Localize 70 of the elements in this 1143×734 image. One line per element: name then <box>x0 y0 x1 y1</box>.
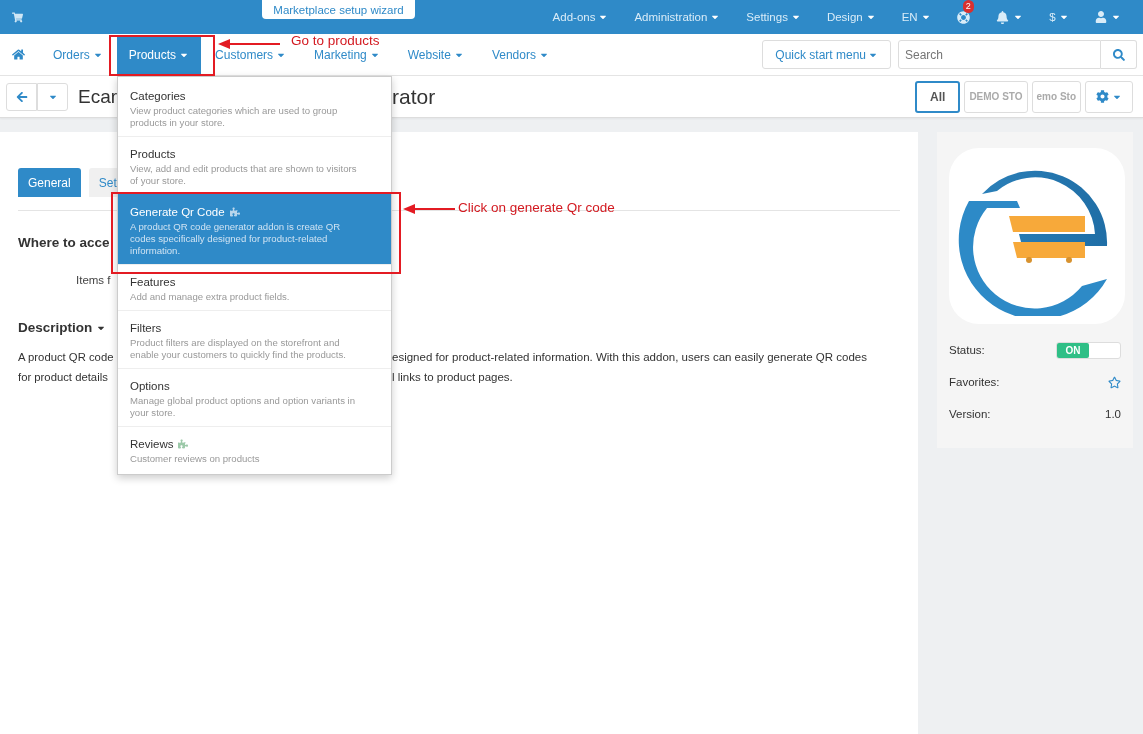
field-label: Version: <box>949 408 991 420</box>
page-title: Ecar <box>78 85 118 108</box>
notification-badge: 2 <box>962 0 974 13</box>
menu-item-title: Generate Qr Code <box>130 206 225 218</box>
nav-menu[interactable]: Customers <box>201 46 301 63</box>
search-icon <box>1112 48 1125 61</box>
storefront-button[interactable]: DEMO STO <box>964 80 1028 113</box>
storefront-button[interactable]: All <box>915 80 961 113</box>
section-heading: Description <box>0 320 120 335</box>
annotation-text: Click on generate Qr code <box>458 200 615 215</box>
page-title: rator <box>392 84 436 109</box>
back-icon <box>15 90 28 103</box>
menu-item-description: A product QR code generator addon is create QR codes specifically designed for product-related information. <box>130 221 342 257</box>
menu-item-description: View product categories which are used to group products in your store. <box>130 105 339 129</box>
nav-menu[interactable]: Vendors <box>477 46 563 63</box>
menu-item[interactable]: Reviews Customer reviews on products <box>118 426 391 472</box>
menu-item-title: Features <box>130 276 176 288</box>
gear-icon <box>1096 90 1109 103</box>
menu-item-description: Customer reviews on products <box>130 453 261 465</box>
top-menu[interactable]: Add-ons <box>552 11 609 23</box>
search-button[interactable] <box>1101 40 1137 69</box>
annotation-arrow <box>218 39 280 49</box>
annotation-arrow <box>403 204 455 214</box>
menu-item-title: Products <box>130 148 176 160</box>
description-text: l links to product pages. <box>392 370 514 385</box>
nav-menu[interactable]: Products <box>116 35 202 74</box>
star-icon[interactable] <box>1108 375 1121 389</box>
description-text: for product details <box>17 370 109 385</box>
top-menu[interactable]: Settings <box>746 11 801 23</box>
help-icon[interactable] <box>956 10 970 24</box>
menu-item-title: Reviews <box>130 438 174 450</box>
menu-item[interactable]: Generate Qr Code A product QR code generator addon is create QR codes specifically designed for product-related information. <box>118 194 391 264</box>
back-button[interactable] <box>6 82 37 111</box>
menu-item[interactable]: Filters Product filters are displayed on the storefront and enable your customers to quickly find the products. <box>118 310 391 368</box>
menu-item-description: View, add and edit products that are shown to visitors of your store. <box>130 163 358 187</box>
tab[interactable]: General <box>18 168 81 197</box>
storefront-button[interactable]: emo Sto <box>1031 80 1081 113</box>
menu-item-description: Add and manage extra product fields. <box>130 291 291 303</box>
wizard-tab[interactable]: Marketplace setup wizard <box>262 0 415 19</box>
status-toggle[interactable]: ON <box>1056 341 1121 359</box>
bell-icon[interactable] <box>995 10 1009 24</box>
menu-item-title: Options <box>130 380 170 392</box>
menu-item-title: Categories <box>130 90 186 102</box>
search-field[interactable]: Search <box>898 40 1101 69</box>
annotation-text: Go to products <box>291 33 380 48</box>
field-label: Favorites: <box>949 376 1000 388</box>
menu-item-description: Product filters are displayed on the storefront and enable your customers to quickly find the products. <box>130 337 347 361</box>
top-menu[interactable]: Administration <box>634 11 721 23</box>
menu-item[interactable]: Options Manage global product options and option variants in your store. <box>118 368 391 426</box>
currency-menu[interactable]: $ <box>1049 11 1069 23</box>
description-text: A product QR code <box>17 350 115 365</box>
home-icon[interactable] <box>12 48 25 61</box>
quick-start-button[interactable]: Quick start menu <box>762 40 891 69</box>
version-value: 1.0 <box>1105 408 1121 420</box>
menu-item-description: Manage global product options and option variants in your store. <box>130 395 357 419</box>
cart-icon[interactable] <box>12 11 23 23</box>
menu-item[interactable]: Products View, add and edit products that are shown to visitors of your store. <box>118 136 391 194</box>
menu-item[interactable]: Categories View product categories which are used to group products in your store. <box>118 79 391 136</box>
nav-menu[interactable]: Website <box>393 46 478 63</box>
section-heading: Where to acce <box>17 235 111 250</box>
settings-button[interactable] <box>1085 80 1133 113</box>
user-icon[interactable] <box>1094 11 1107 23</box>
menu-item-title: Filters <box>130 322 162 334</box>
field-label: Status: <box>949 344 985 356</box>
description-text: esigned for product-related information. With this addon, users can easily generate QR codes <box>392 350 868 365</box>
field-label: Items f <box>75 274 112 286</box>
top-menu[interactable]: Design <box>826 11 876 23</box>
menu-item[interactable]: Features Add and manage extra product fields. <box>118 264 391 310</box>
top-menu[interactable]: EN <box>901 11 931 23</box>
nav-menu[interactable]: Orders <box>39 46 117 63</box>
